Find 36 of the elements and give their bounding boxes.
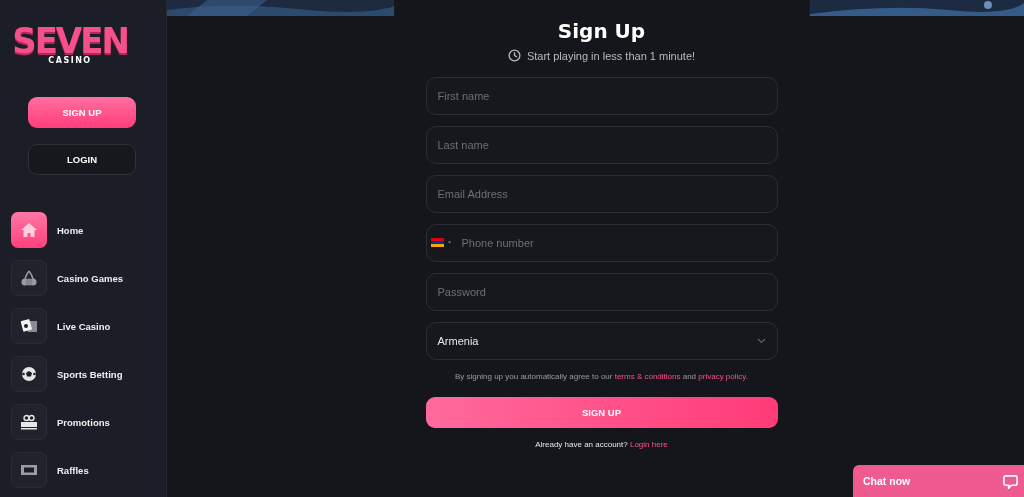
nav-icon-button[interactable] (11, 356, 47, 392)
chevron-down-icon (756, 338, 766, 344)
nav-item-label[interactable]: Live Casino (57, 320, 111, 332)
link[interactable]: terms & conditions (614, 372, 681, 381)
nav-item-label[interactable]: Home (57, 224, 84, 236)
link[interactable]: Login here (629, 440, 668, 449)
flag-icon[interactable] (430, 238, 452, 247)
nav-item-label[interactable]: Promotions (57, 416, 110, 428)
agreement-text: By signing up you automatically agree to our terms & conditions and privacy policy. (455, 372, 748, 381)
clock-icon (507, 49, 521, 62)
nav-icon-button[interactable] (11, 212, 47, 248)
country-select[interactable]: Armenia (425, 322, 778, 360)
form-title: Sign Up (557, 19, 646, 43)
nav-icon-button[interactable] (11, 308, 47, 344)
form-subtitle: Start playing in less than 1 minute! (526, 49, 696, 62)
nav-icon-button[interactable] (11, 260, 47, 296)
ticket-icon (20, 463, 38, 477)
gift-icon (20, 414, 38, 430)
nav-icon-button[interactable] (11, 404, 47, 440)
login-prompt: Already have an account? Login here (535, 440, 668, 449)
cherries-icon (20, 270, 38, 286)
home-icon (20, 222, 38, 238)
password-field[interactable]: Password (425, 273, 778, 311)
text-field[interactable]: First name (425, 77, 778, 115)
login-button[interactable]: LOGIN (28, 144, 136, 175)
cards-icon (20, 318, 38, 334)
nav-icon-button[interactable] (11, 452, 47, 488)
ball-icon (21, 366, 37, 382)
nav-item-label[interactable]: Sports Betting (57, 368, 123, 380)
phone-field[interactable]: Phone number (425, 224, 778, 262)
chat-icon (1003, 473, 1018, 489)
nav-item-label[interactable]: Casino Games (57, 272, 123, 284)
text-field[interactable]: Last name (425, 126, 778, 164)
link[interactable]: privacy policy (698, 372, 746, 381)
nav-item-label[interactable]: Raffles (57, 464, 89, 476)
email-field[interactable]: Email Address (425, 175, 778, 213)
